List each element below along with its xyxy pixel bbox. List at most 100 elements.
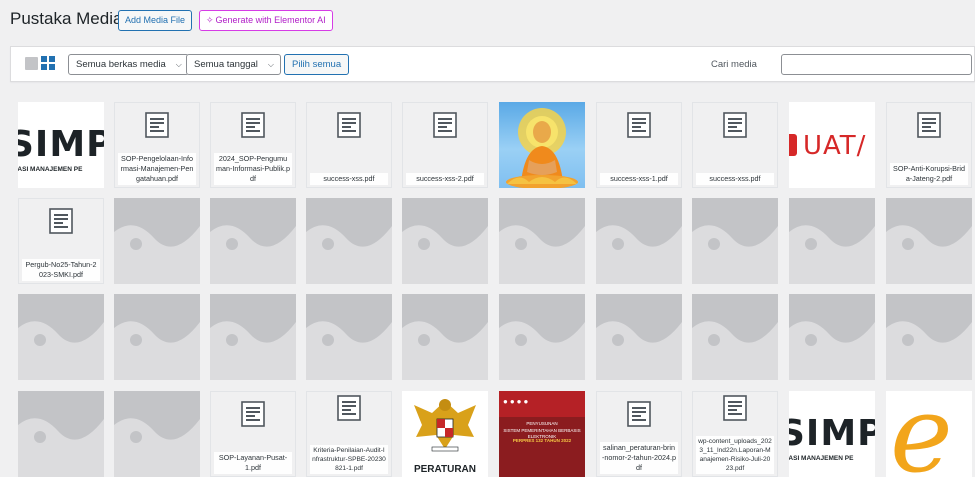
generate-with-ai-button[interactable]: ✧ Generate with Elementor AI [199,10,333,31]
chevron-down-icon: ⌵ [267,60,274,69]
attachment-filename: Pergub-No25-Tahun-2023-SMKI.pdf [22,259,100,281]
attachment-image[interactable] [306,294,392,380]
media-type-filter[interactable]: Semua berkas media ⌵ [68,54,189,75]
document-icon [141,112,173,138]
image-text: e [890,391,953,477]
search-label: Cari media [711,59,757,70]
garuda-emblem [414,399,476,452]
document-icon [623,401,655,427]
attachment-filename: 2024_SOP-Pengumuman-Informasi-Publik.pdf [214,153,292,185]
attachment-image[interactable] [210,198,296,284]
image-subtext: MASI MANAJEMEN PE [18,166,83,173]
image-placeholder-icon [692,294,778,380]
attachment-image[interactable]: SIMP MASI MANAJEMEN PE [18,102,104,188]
image-text: SIMP [789,413,875,454]
attachment-file[interactable]: success-xss.pdf [306,102,392,188]
attachment-file[interactable]: SOP-Anti-Korupsi-Brida-Jateng-2.pdf [886,102,972,188]
attachment-image[interactable] [886,294,972,380]
attachment-filename: success-xss-1.pdf [600,173,678,185]
attachment-image[interactable]: SIMP MASI MANAJEMEN PE [789,391,875,477]
generate-with-ai-label: Generate with Elementor AI [215,15,326,25]
document-icon [719,395,751,421]
attachment-file[interactable]: wp-content_uploads_2023_11_lnd22n.Lapora… [692,391,778,477]
image-placeholder-icon [18,391,104,477]
image-placeholder-icon [210,294,296,380]
attachment-filename: wp-content_uploads_2023_11_lnd22n.Lapora… [696,436,774,474]
add-media-file-button[interactable]: Add Media File [118,10,193,31]
image-placeholder-icon [789,198,875,284]
attachment-image[interactable] [499,198,585,284]
select-all-button[interactable]: Pilih semua [284,54,350,75]
page-title: Pustaka Media [10,9,123,28]
media-toolbar: Semua berkas media ⌵ Semua tanggal ⌵ Pil… [10,46,975,82]
sparkle-icon: ✧ [206,15,214,25]
image-placeholder-icon [114,294,200,380]
attachment-image[interactable]: ●●●● PENYUSUNAN SISTEM PEMERINTAHAN BERBAS… [499,391,585,477]
search-input[interactable] [781,54,972,75]
attachment-file[interactable]: Kriteria-Penilaian-Audit-Infrastruktur-S… [306,391,392,477]
image-placeholder-icon [789,294,875,380]
image-text: PERPRES 132 TAHUN 2022 [512,438,572,443]
document-icon [913,112,945,138]
attachment-image[interactable] [18,294,104,380]
image-placeholder-icon [596,198,682,284]
attachment-image[interactable] [886,198,972,284]
image-placeholder-icon [596,294,682,380]
logos-icon: ●●●● [503,397,531,406]
attachment-image[interactable] [596,198,682,284]
attachment-image[interactable]: UAT/ [789,102,875,188]
attachment-filename: SOP-Anti-Korupsi-Brida-Jateng-2.pdf [890,163,968,185]
document-icon [719,112,751,138]
attachment-image[interactable] [210,294,296,380]
image-placeholder-icon [306,294,392,380]
image-text: UAT/ [803,131,867,161]
attachment-image[interactable]: e [886,391,972,477]
attachment-file[interactable]: SOP-Layanan-Pusat-1.pdf [210,391,296,477]
buddha-illustration [506,108,578,188]
attachment-image[interactable] [402,198,488,284]
attachment-filename: success-xss.pdf [310,173,388,185]
attachment-file[interactable]: success-xss-1.pdf [596,102,682,188]
attachment-image[interactable] [499,294,585,380]
document-icon [429,112,461,138]
image-placeholder-icon [114,391,200,477]
attachment-image[interactable] [114,391,200,477]
attachment-image[interactable] [596,294,682,380]
attachment-image[interactable] [306,198,392,284]
attachment-file[interactable]: success-xss.pdf [692,102,778,188]
document-icon [333,395,365,421]
attachment-file[interactable]: Pergub-No25-Tahun-2023-SMKI.pdf [18,198,104,284]
document-icon [333,112,365,138]
page-header: Pustaka Media Add Media File ✧ Generate w… [0,0,975,42]
attachment-file[interactable]: salinan_peraturan-brin-nomor-2-tahun-202… [596,391,682,477]
attachment-image[interactable] [114,294,200,380]
document-icon [45,208,77,234]
attachment-file[interactable]: SOP-Pengelolaan-Informasi-Manajemen-Peng… [114,102,200,188]
attachment-image[interactable] [402,294,488,380]
date-filter[interactable]: Semua tanggal ⌵ [186,54,281,75]
attachment-image[interactable] [789,198,875,284]
image-placeholder-icon [692,198,778,284]
attachment-filename: SOP-Pengelolaan-Informasi-Manajemen-Peng… [118,153,196,185]
document-icon [237,401,269,427]
logo-mark [789,134,797,156]
attachment-image[interactable] [692,294,778,380]
image-placeholder-icon [18,294,104,380]
image-placeholder-icon [886,294,972,380]
attachment-image[interactable]: PERATURAN [402,391,488,477]
attachment-image[interactable] [499,102,585,188]
attachment-file[interactable]: success-xss-2.pdf [402,102,488,188]
attachment-image[interactable] [18,391,104,477]
attachment-file[interactable]: 2024_SOP-Pengumuman-Informasi-Publik.pdf [210,102,296,188]
media-library-page: Pustaka Media Add Media File ✧ Generate w… [0,0,975,477]
image-subtext: MASI MANAJEMEN PE [789,455,854,462]
attachments-grid: SIMP MASI MANAJEMEN PE SOP-Pengelolaan-Inf… [0,90,975,477]
image-text: PERATURAN [413,464,477,475]
grid-view-icon[interactable] [41,56,56,71]
image-placeholder-icon [499,198,585,284]
attachment-image[interactable] [692,198,778,284]
attachment-image[interactable] [114,198,200,284]
image-placeholder-icon [499,294,585,380]
list-view-icon[interactable] [25,57,38,70]
attachment-image[interactable] [789,294,875,380]
